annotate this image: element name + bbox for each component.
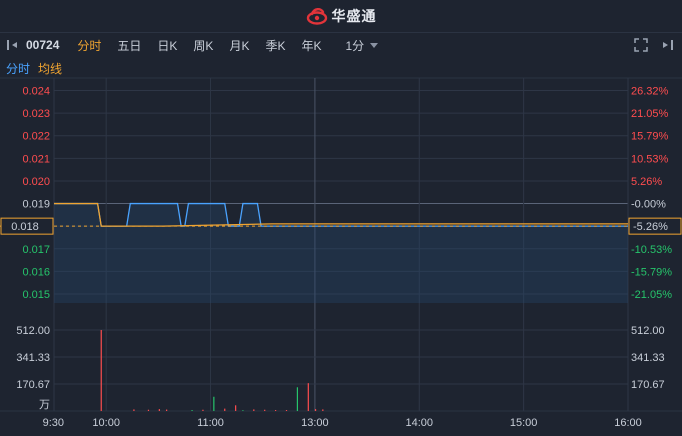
- time-tick-label: 13:00: [301, 417, 329, 429]
- price-lines: [0, 202, 682, 227]
- price-area-fill: [54, 203, 628, 303]
- chart-legend: 分时 均线: [0, 58, 62, 78]
- legend-timeshare: 分时: [6, 61, 31, 76]
- tab-timeshare[interactable]: 分时: [69, 37, 109, 54]
- brand-name: 华盛通: [331, 8, 377, 24]
- tab-weekly-k[interactable]: 周K: [185, 37, 221, 54]
- volume-tick-label-right: 170.67: [631, 379, 665, 391]
- interval-value: 1分: [345, 38, 365, 53]
- pct-tick-label: -10.53%: [631, 244, 672, 256]
- collapse-left-icon[interactable]: [4, 36, 22, 54]
- time-tick-label: 15:00: [510, 417, 538, 429]
- pct-tick-label: -0.00%: [631, 199, 666, 211]
- volume-tick-label-right: 512.00: [631, 325, 665, 337]
- brand-logo-icon: [306, 8, 327, 25]
- pct-tick-label: 10.53%: [631, 153, 669, 165]
- interval-dropdown[interactable]: 1分: [337, 37, 386, 54]
- legend-avg-line: 均线: [38, 61, 63, 76]
- price-line: [54, 202, 628, 227]
- chart-grid: [0, 77, 682, 412]
- brand: 华盛通: [0, 0, 682, 32]
- tab-daily-k[interactable]: 日K: [149, 37, 185, 54]
- fullscreen-icon[interactable]: [632, 36, 650, 54]
- pct-tick-label: 5.26%: [631, 176, 662, 188]
- current-price-box: [0, 217, 54, 235]
- axis-labels: 0.024 26.32% 0.023 21.05% 0.022 15.79% 0.021 10…: [0, 86, 682, 429]
- pct-tick-label: 21.05%: [631, 108, 669, 120]
- timeshare-chart[interactable]: 0.024 26.32% 0.023 21.05% 0.022 15.79% 0.021 10…: [0, 0, 682, 436]
- price-tick-label: 0.024: [22, 86, 50, 98]
- pct-tick-label: -5.26%: [631, 221, 666, 233]
- volume-unit-label: 万: [39, 399, 50, 411]
- pct-tick-label: -21.05%: [631, 289, 672, 301]
- price-tick-label: 0.018: [22, 221, 50, 233]
- time-tick-label: 9:30: [43, 417, 64, 429]
- stock-code: 00724: [26, 38, 60, 52]
- time-tick-label: 16:00: [614, 417, 642, 429]
- price-tick-label: 0.017: [22, 244, 50, 256]
- price-tick-label: 0.015: [22, 289, 50, 301]
- time-tick-label: 14:00: [406, 417, 434, 429]
- current-pct-box: [628, 217, 682, 235]
- tab-quarterly-k[interactable]: 季K: [257, 37, 293, 54]
- pct-tick-label: -15.79%: [631, 266, 672, 278]
- pct-tick-label: 15.79%: [631, 131, 669, 143]
- volume-tick-label: 341.33: [16, 352, 50, 364]
- tab-monthly-k[interactable]: 月K: [221, 37, 257, 54]
- app-header: 华盛通: [0, 0, 682, 33]
- price-area: [54, 203, 628, 303]
- time-tick-label: 10:00: [92, 417, 120, 429]
- price-tick-label: 0.022: [22, 131, 50, 143]
- volume-tick-label-right: 341.33: [631, 352, 665, 364]
- price-tick-label: 0.021: [22, 153, 50, 165]
- avg-line: [54, 202, 628, 227]
- current-price-label: 0.018: [11, 221, 39, 233]
- current-pct-label: -5.26%: [633, 221, 668, 233]
- tab-five-day[interactable]: 五日: [109, 37, 149, 54]
- volume-tick-label: 512.00: [16, 325, 50, 337]
- collapse-right-icon[interactable]: [658, 36, 676, 54]
- price-tick-label: 0.016: [22, 266, 50, 278]
- price-tick-label: 0.019: [22, 199, 50, 211]
- chart-toolbar: 00724 分时 五日 日K 周K 月K 季K 年K 1分: [0, 32, 682, 58]
- price-tick-label: 0.020: [22, 176, 50, 188]
- price-tick-label: 0.023: [22, 108, 50, 120]
- volume-bars: [100, 330, 324, 411]
- pct-tick-label: 26.32%: [631, 86, 669, 98]
- volume-tick-label: 170.67: [16, 379, 50, 391]
- chevron-down-icon: [370, 42, 379, 48]
- time-tick-label: 11:00: [197, 417, 224, 429]
- tab-yearly-k[interactable]: 年K: [293, 37, 329, 54]
